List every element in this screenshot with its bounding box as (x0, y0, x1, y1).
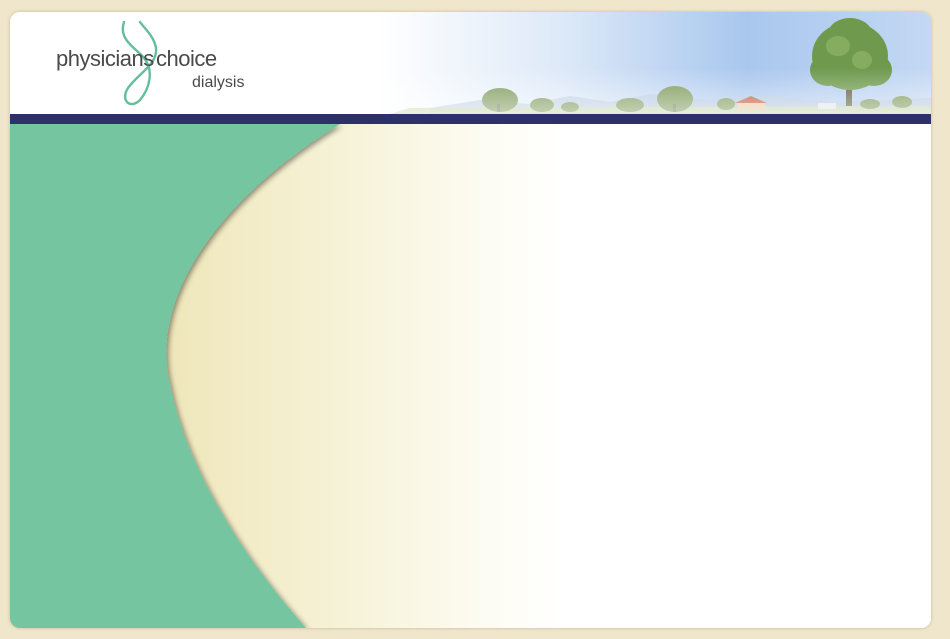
brand-logo[interactable]: physicians choice dialysis (54, 18, 254, 110)
content-area (10, 124, 931, 628)
green-curve-panel (10, 124, 340, 628)
logo-word-physicians: physicians (56, 46, 154, 71)
page-frame: physicians choice dialysis (10, 12, 931, 628)
logo-word-choice: choice (156, 46, 217, 71)
header-banner: physicians choice dialysis (10, 12, 931, 114)
logo-word-dialysis: dialysis (192, 74, 245, 91)
header-divider-bar (10, 114, 931, 124)
